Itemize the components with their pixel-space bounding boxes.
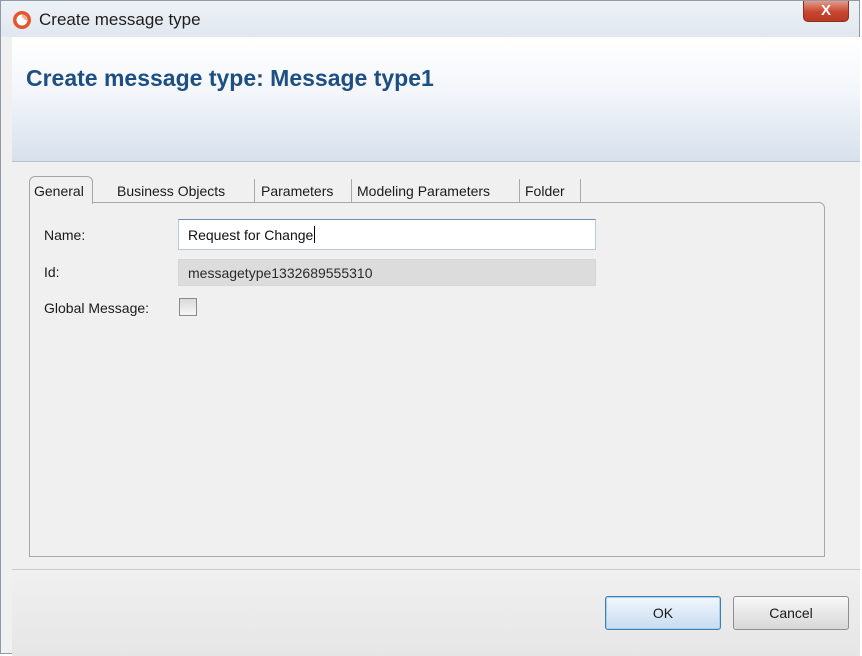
content-area: General Business Objects Parameters Mode… <box>12 162 860 569</box>
window-title: Create message type <box>39 10 201 29</box>
header-banner: Create message type: Message type1 <box>12 37 860 162</box>
title-bar[interactable]: Create message type X <box>1 1 859 37</box>
text-caret <box>314 226 316 243</box>
tab-business-objects[interactable]: Business Objects <box>113 179 255 203</box>
global-message-checkbox[interactable] <box>179 298 197 316</box>
name-input-value: Request for Change <box>188 227 314 243</box>
name-input[interactable]: Request for Change <box>178 219 596 250</box>
general-tab-panel: Name: Request for Change Id: messagetype… <box>29 202 825 557</box>
id-label: Id: <box>44 264 60 280</box>
dialog-window: Create message type X Create message typ… <box>0 0 860 656</box>
tab-parameters[interactable]: Parameters <box>257 179 352 203</box>
cancel-button[interactable]: Cancel <box>733 596 849 630</box>
tab-general[interactable]: General <box>29 176 93 204</box>
tab-folder[interactable]: Folder <box>521 179 581 203</box>
name-label: Name: <box>44 227 86 243</box>
button-bar: OK Cancel <box>12 569 860 656</box>
global-message-label: Global Message: <box>44 300 150 316</box>
app-logo-icon <box>13 11 31 29</box>
id-field: messagetype1332689555310 <box>178 259 596 286</box>
ok-button[interactable]: OK <box>605 596 721 630</box>
close-icon[interactable]: X <box>803 1 849 22</box>
tab-modeling-parameters[interactable]: Modeling Parameters <box>353 179 520 203</box>
page-title: Create message type: Message type1 <box>26 65 434 91</box>
